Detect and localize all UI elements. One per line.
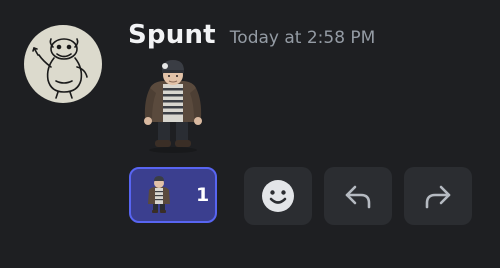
character-sticker[interactable]	[132, 58, 214, 154]
reaction-count: 1	[196, 184, 210, 206]
user-avatar[interactable]	[24, 25, 102, 103]
forward-button[interactable]	[404, 167, 472, 225]
reply-arrow-icon	[345, 185, 371, 209]
character-sticker-icon	[144, 175, 174, 215]
avatar-drawing	[32, 38, 88, 99]
timestamp: Today at 2:58 PM	[229, 28, 376, 48]
forward-arrow-icon	[425, 185, 451, 209]
add-reaction-button[interactable]	[244, 167, 312, 225]
username[interactable]: Spunt	[128, 20, 216, 50]
chat-message: Spunt Today at 2:58 PM 1	[0, 0, 500, 268]
reply-button[interactable]	[324, 167, 392, 225]
message-header: Spunt Today at 2:58 PM	[128, 20, 375, 56]
character-sticker-image	[144, 60, 202, 153]
smiley-face-icon	[262, 180, 294, 212]
reaction-button[interactable]: 1	[129, 167, 217, 223]
